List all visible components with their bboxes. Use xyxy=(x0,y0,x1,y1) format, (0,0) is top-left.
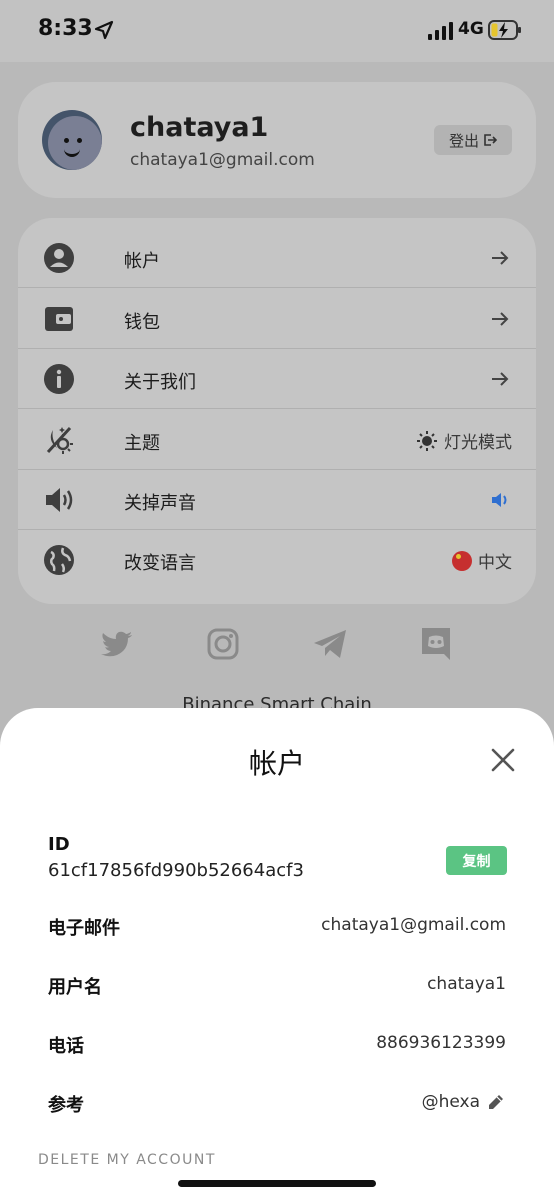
battery-charging-icon xyxy=(488,20,521,40)
menu-item-label: 主题 xyxy=(124,433,160,454)
signal-icon xyxy=(428,22,453,40)
twitter-icon[interactable] xyxy=(99,626,135,662)
username-label: 用户名 xyxy=(48,977,102,998)
location-arrow-icon xyxy=(94,20,114,40)
language-value-label: 中文 xyxy=(478,553,512,573)
logout-button[interactable]: 登出 xyxy=(434,125,512,155)
logout-label: 登出 xyxy=(448,131,479,150)
user-circle-icon xyxy=(44,243,74,273)
logout-icon xyxy=(484,134,497,146)
menu-item-label: 关于我们 xyxy=(124,372,196,393)
account-sheet: 帐户 ID 61cf17856fd990b52664acf3 复制 电子邮件 c… xyxy=(0,708,554,1200)
info-icon xyxy=(44,364,74,394)
phone-label: 电话 xyxy=(48,1036,84,1057)
menu-item-about[interactable]: 关于我们 xyxy=(18,349,536,409)
menu-item-account[interactable]: 帐户 xyxy=(18,228,536,288)
delete-account-link[interactable]: DELETE MY ACCOUNT xyxy=(38,1152,216,1168)
email-value: chataya1@gmail.com xyxy=(321,915,506,935)
sun-icon xyxy=(417,430,437,451)
volume-toggle-icon[interactable] xyxy=(490,490,510,510)
username-value: chataya1 xyxy=(427,974,506,994)
discord-icon[interactable] xyxy=(418,626,454,662)
china-flag-icon xyxy=(452,550,472,571)
menu-item-theme[interactable]: 主题 灯光模式 xyxy=(18,410,536,470)
edit-pencil-icon[interactable] xyxy=(486,1092,506,1112)
arrow-right-icon xyxy=(492,372,509,386)
language-value: 中文 xyxy=(452,548,512,573)
menu-item-wallet[interactable]: 钱包 xyxy=(18,289,536,349)
social-links xyxy=(0,626,554,670)
instagram-icon[interactable] xyxy=(205,626,241,662)
theme-value: 灯光模式 xyxy=(416,428,512,453)
referral-value: @hexa xyxy=(422,1092,506,1112)
menu-item-label: 帐户 xyxy=(124,251,160,272)
menu-item-mute[interactable]: 关掉声音 xyxy=(18,470,536,530)
email-label: 电子邮件 xyxy=(48,918,120,939)
status-bar: 8:33 4G xyxy=(0,0,554,62)
close-icon[interactable] xyxy=(490,747,516,773)
menu-item-label: 关掉声音 xyxy=(124,493,196,514)
network-type: 4G xyxy=(458,19,484,39)
status-time: 8:33 xyxy=(38,16,93,41)
avatar xyxy=(42,110,102,170)
profile-email: chataya1@gmail.com xyxy=(130,150,315,170)
profile-name: chataya1 xyxy=(130,112,269,143)
globe-icon xyxy=(44,545,74,575)
settings-menu: 帐户 钱包 关于我们 主题 灯光模式 关掉声音 改变语言 中文 xyxy=(18,218,536,604)
theme-icon xyxy=(46,426,73,454)
home-indicator xyxy=(178,1180,376,1187)
wallet-icon xyxy=(45,307,73,331)
id-value: 61cf17856fd990b52664acf3 xyxy=(48,860,304,881)
arrow-right-icon xyxy=(492,251,509,265)
arrow-right-icon xyxy=(492,312,509,326)
referral-value-text: @hexa xyxy=(421,1092,480,1112)
menu-item-label: 钱包 xyxy=(124,312,160,333)
copy-id-button[interactable]: 复制 xyxy=(446,846,507,875)
theme-value-label: 灯光模式 xyxy=(444,433,512,453)
referral-label: 参考 xyxy=(48,1095,84,1116)
profile-card: chataya1 chataya1@gmail.com 登出 xyxy=(18,82,536,198)
menu-item-label: 改变语言 xyxy=(124,553,196,574)
telegram-icon[interactable] xyxy=(312,626,348,662)
sheet-title: 帐户 xyxy=(248,747,305,780)
phone-value: 886936123399 xyxy=(376,1033,506,1053)
id-label: ID xyxy=(48,834,70,855)
speaker-icon xyxy=(46,488,73,512)
menu-item-language[interactable]: 改变语言 中文 xyxy=(18,530,536,590)
